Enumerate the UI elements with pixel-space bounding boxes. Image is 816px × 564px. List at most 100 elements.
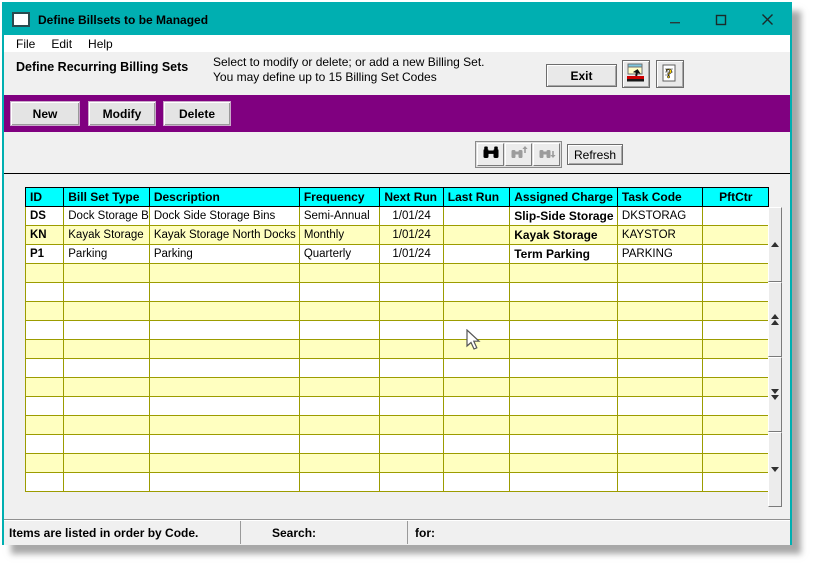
delete-button[interactable]: Delete — [163, 101, 231, 126]
table-row[interactable] — [24, 453, 769, 473]
table-cell[interactable] — [148, 472, 300, 492]
table-row[interactable] — [24, 339, 769, 359]
table-cell[interactable] — [509, 415, 618, 435]
table-row[interactable] — [24, 396, 769, 416]
table-row[interactable]: KN Kayak Storage Kayak Storage North Docks… — [24, 225, 769, 245]
table-cell[interactable] — [616, 339, 704, 359]
table-cell[interactable] — [379, 377, 444, 397]
scroll-up-icon[interactable] — [768, 207, 782, 282]
find-previous-button[interactable] — [505, 143, 532, 166]
column-header-pftctr[interactable]: PftCtr — [702, 187, 769, 207]
table-cell[interactable]: Monthly — [298, 225, 381, 245]
table-cell[interactable] — [442, 282, 511, 302]
table-cell[interactable] — [63, 377, 150, 397]
table-cell[interactable]: 1/01/24 — [379, 225, 444, 245]
table-cell[interactable]: Quarterly — [298, 244, 381, 264]
maximize-icon[interactable] — [698, 4, 744, 35]
scroll-page-down-icon[interactable] — [768, 357, 782, 432]
table-cell[interactable] — [442, 244, 511, 264]
modify-button[interactable]: Modify — [88, 101, 156, 126]
table-cell[interactable]: 1/01/24 — [379, 206, 444, 226]
table-cell[interactable] — [509, 472, 618, 492]
table-cell[interactable] — [298, 358, 381, 378]
table-cell[interactable] — [24, 301, 65, 321]
table-row[interactable] — [24, 263, 769, 283]
table-cell[interactable] — [442, 434, 511, 454]
titlebar[interactable]: Define Billsets to be Managed — [4, 4, 790, 35]
table-cell[interactable] — [442, 263, 511, 283]
table-cell[interactable] — [509, 377, 618, 397]
column-header-description[interactable]: Description — [148, 187, 300, 207]
table-cell[interactable] — [298, 282, 381, 302]
table-row[interactable] — [24, 472, 769, 492]
table-cell[interactable] — [24, 320, 65, 340]
table-cell[interactable] — [702, 320, 769, 340]
table-cell[interactable] — [616, 377, 704, 397]
table-row[interactable] — [24, 434, 769, 454]
table-cell[interactable] — [148, 320, 300, 340]
table-cell[interactable] — [616, 396, 704, 416]
table-cell[interactable] — [509, 339, 618, 359]
table-cell[interactable] — [509, 263, 618, 283]
table-cell[interactable] — [702, 396, 769, 416]
table-cell[interactable]: Slip-Side Storage — [509, 206, 618, 226]
table-cell[interactable] — [702, 377, 769, 397]
print-button[interactable] — [622, 60, 650, 88]
table-cell[interactable] — [442, 320, 511, 340]
table-cell[interactable] — [148, 263, 300, 283]
table-cell[interactable] — [298, 263, 381, 283]
table-cell[interactable] — [702, 415, 769, 435]
table-cell[interactable] — [63, 453, 150, 473]
table-cell[interactable] — [616, 301, 704, 321]
table-cell[interactable] — [148, 415, 300, 435]
table-cell[interactable] — [24, 434, 65, 454]
column-header-next-run[interactable]: Next Run — [379, 187, 444, 207]
table-cell[interactable] — [442, 225, 511, 245]
table-cell[interactable] — [702, 225, 769, 245]
column-header-id[interactable]: ID — [24, 187, 65, 207]
table-cell[interactable]: Term Parking — [509, 244, 618, 264]
refresh-button[interactable]: Refresh — [567, 144, 623, 165]
table-cell[interactable] — [24, 358, 65, 378]
table-cell[interactable] — [379, 358, 444, 378]
table-cell[interactable] — [63, 282, 150, 302]
table-cell[interactable] — [24, 472, 65, 492]
scroll-down-icon[interactable] — [768, 432, 782, 507]
table-row[interactable]: P1 Parking Parking Quarterly 1/01/24 Term Par… — [24, 244, 769, 264]
table-cell[interactable] — [509, 396, 618, 416]
scroll-page-up-icon[interactable] — [768, 282, 782, 357]
find-button[interactable] — [477, 143, 504, 166]
table-cell[interactable] — [509, 434, 618, 454]
table-cell[interactable] — [24, 453, 65, 473]
table-cell[interactable] — [509, 453, 618, 473]
table-cell[interactable] — [442, 396, 511, 416]
table-cell[interactable] — [63, 415, 150, 435]
table-cell[interactable] — [616, 453, 704, 473]
table-cell[interactable] — [702, 434, 769, 454]
table-cell[interactable] — [24, 415, 65, 435]
table-cell[interactable] — [702, 472, 769, 492]
table-row[interactable]: DS Dock Storage Bin Dock Side Storage Bins… — [24, 206, 769, 226]
table-cell[interactable] — [148, 396, 300, 416]
column-header-frequency[interactable]: Frequency — [298, 187, 381, 207]
table-cell[interactable] — [298, 396, 381, 416]
table-cell[interactable]: Kayak Storage — [509, 225, 618, 245]
table-cell[interactable]: KAYSTOR — [616, 225, 704, 245]
table-cell[interactable]: Dock Storage Bin — [63, 206, 150, 226]
table-cell[interactable] — [63, 396, 150, 416]
table-cell[interactable] — [63, 434, 150, 454]
table-cell[interactable] — [148, 453, 300, 473]
table-cell[interactable] — [702, 282, 769, 302]
table-cell[interactable] — [24, 282, 65, 302]
table-cell[interactable] — [379, 396, 444, 416]
table-cell[interactable]: Parking — [148, 244, 300, 264]
table-cell[interactable] — [616, 320, 704, 340]
table-cell[interactable] — [379, 282, 444, 302]
new-button[interactable]: New — [10, 101, 80, 126]
find-next-button[interactable] — [533, 143, 560, 166]
table-cell[interactable] — [616, 282, 704, 302]
table-cell[interactable] — [298, 415, 381, 435]
table-cell[interactable] — [63, 472, 150, 492]
table-cell[interactable]: Semi-Annual — [298, 206, 381, 226]
table-cell[interactable] — [148, 301, 300, 321]
